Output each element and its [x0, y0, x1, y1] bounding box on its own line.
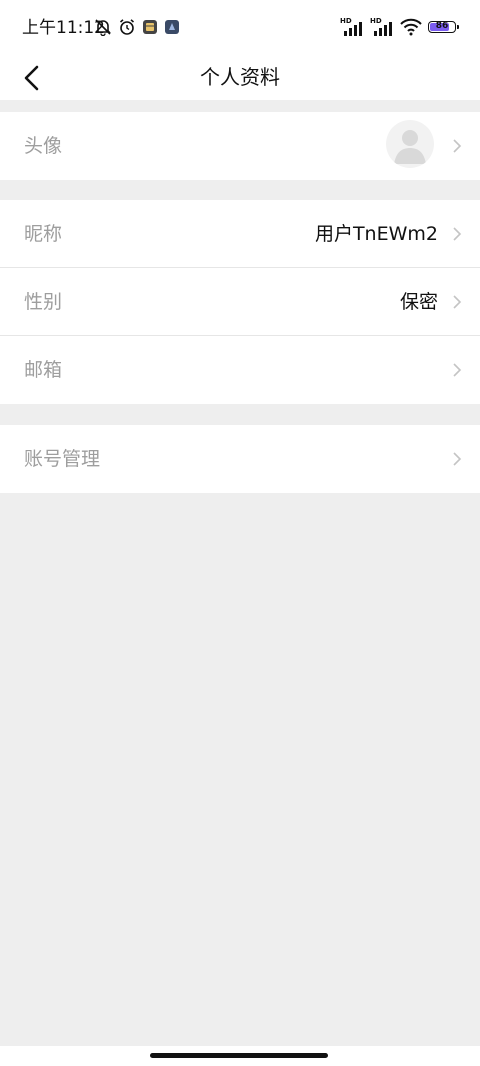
page-title: 个人资料 — [200, 65, 280, 89]
chevron-right-icon — [453, 295, 462, 309]
battery-icon: 86 — [428, 21, 459, 33]
wifi-icon — [400, 18, 422, 36]
row-email[interactable]: 邮箱 — [0, 336, 480, 404]
calendar-app-icon — [143, 20, 157, 34]
avatar — [386, 120, 434, 168]
signal-1-icon: HD — [340, 17, 364, 36]
row-label-gender: 性别 — [24, 291, 63, 313]
home-indicator[interactable] — [150, 1053, 328, 1058]
alarm-clock-icon — [119, 19, 135, 35]
row-label-account-management: 账号管理 — [24, 448, 101, 470]
status-icons-left — [94, 18, 180, 36]
status-bar: 上午11:12 HD HD 86 — [0, 0, 480, 56]
row-value-gender: 保密 — [399, 291, 438, 313]
notification-app-icon — [165, 20, 179, 34]
chevron-right-icon — [453, 227, 462, 241]
chevron-right-icon — [453, 363, 462, 377]
signal-2-icon: HD — [370, 17, 394, 36]
battery-level: 86 — [435, 21, 449, 31]
row-label-email: 邮箱 — [24, 359, 63, 381]
row-label-nickname: 昵称 — [24, 223, 63, 245]
chevron-right-icon — [453, 139, 462, 153]
row-value-nickname: 用户TnEWm2 — [314, 223, 438, 245]
avatar-section: 头像 — [0, 112, 480, 180]
row-nickname[interactable]: 昵称 用户TnEWm2 — [0, 200, 480, 268]
status-icons-right: HD HD 86 — [340, 17, 459, 36]
row-avatar[interactable]: 头像 — [0, 112, 480, 180]
default-avatar-icon — [394, 130, 426, 164]
account-section: 账号管理 — [0, 425, 480, 493]
chevron-right-icon — [453, 452, 462, 466]
status-time: 上午11:12 — [22, 18, 105, 38]
mute-bell-icon — [95, 19, 111, 36]
row-gender[interactable]: 性别 保密 — [0, 268, 480, 336]
row-label-avatar: 头像 — [24, 135, 63, 157]
nav-bar: 个人资料 — [0, 56, 480, 100]
row-account-management[interactable]: 账号管理 — [0, 425, 480, 493]
profile-info-section: 昵称 用户TnEWm2 性别 保密 邮箱 — [0, 200, 480, 404]
